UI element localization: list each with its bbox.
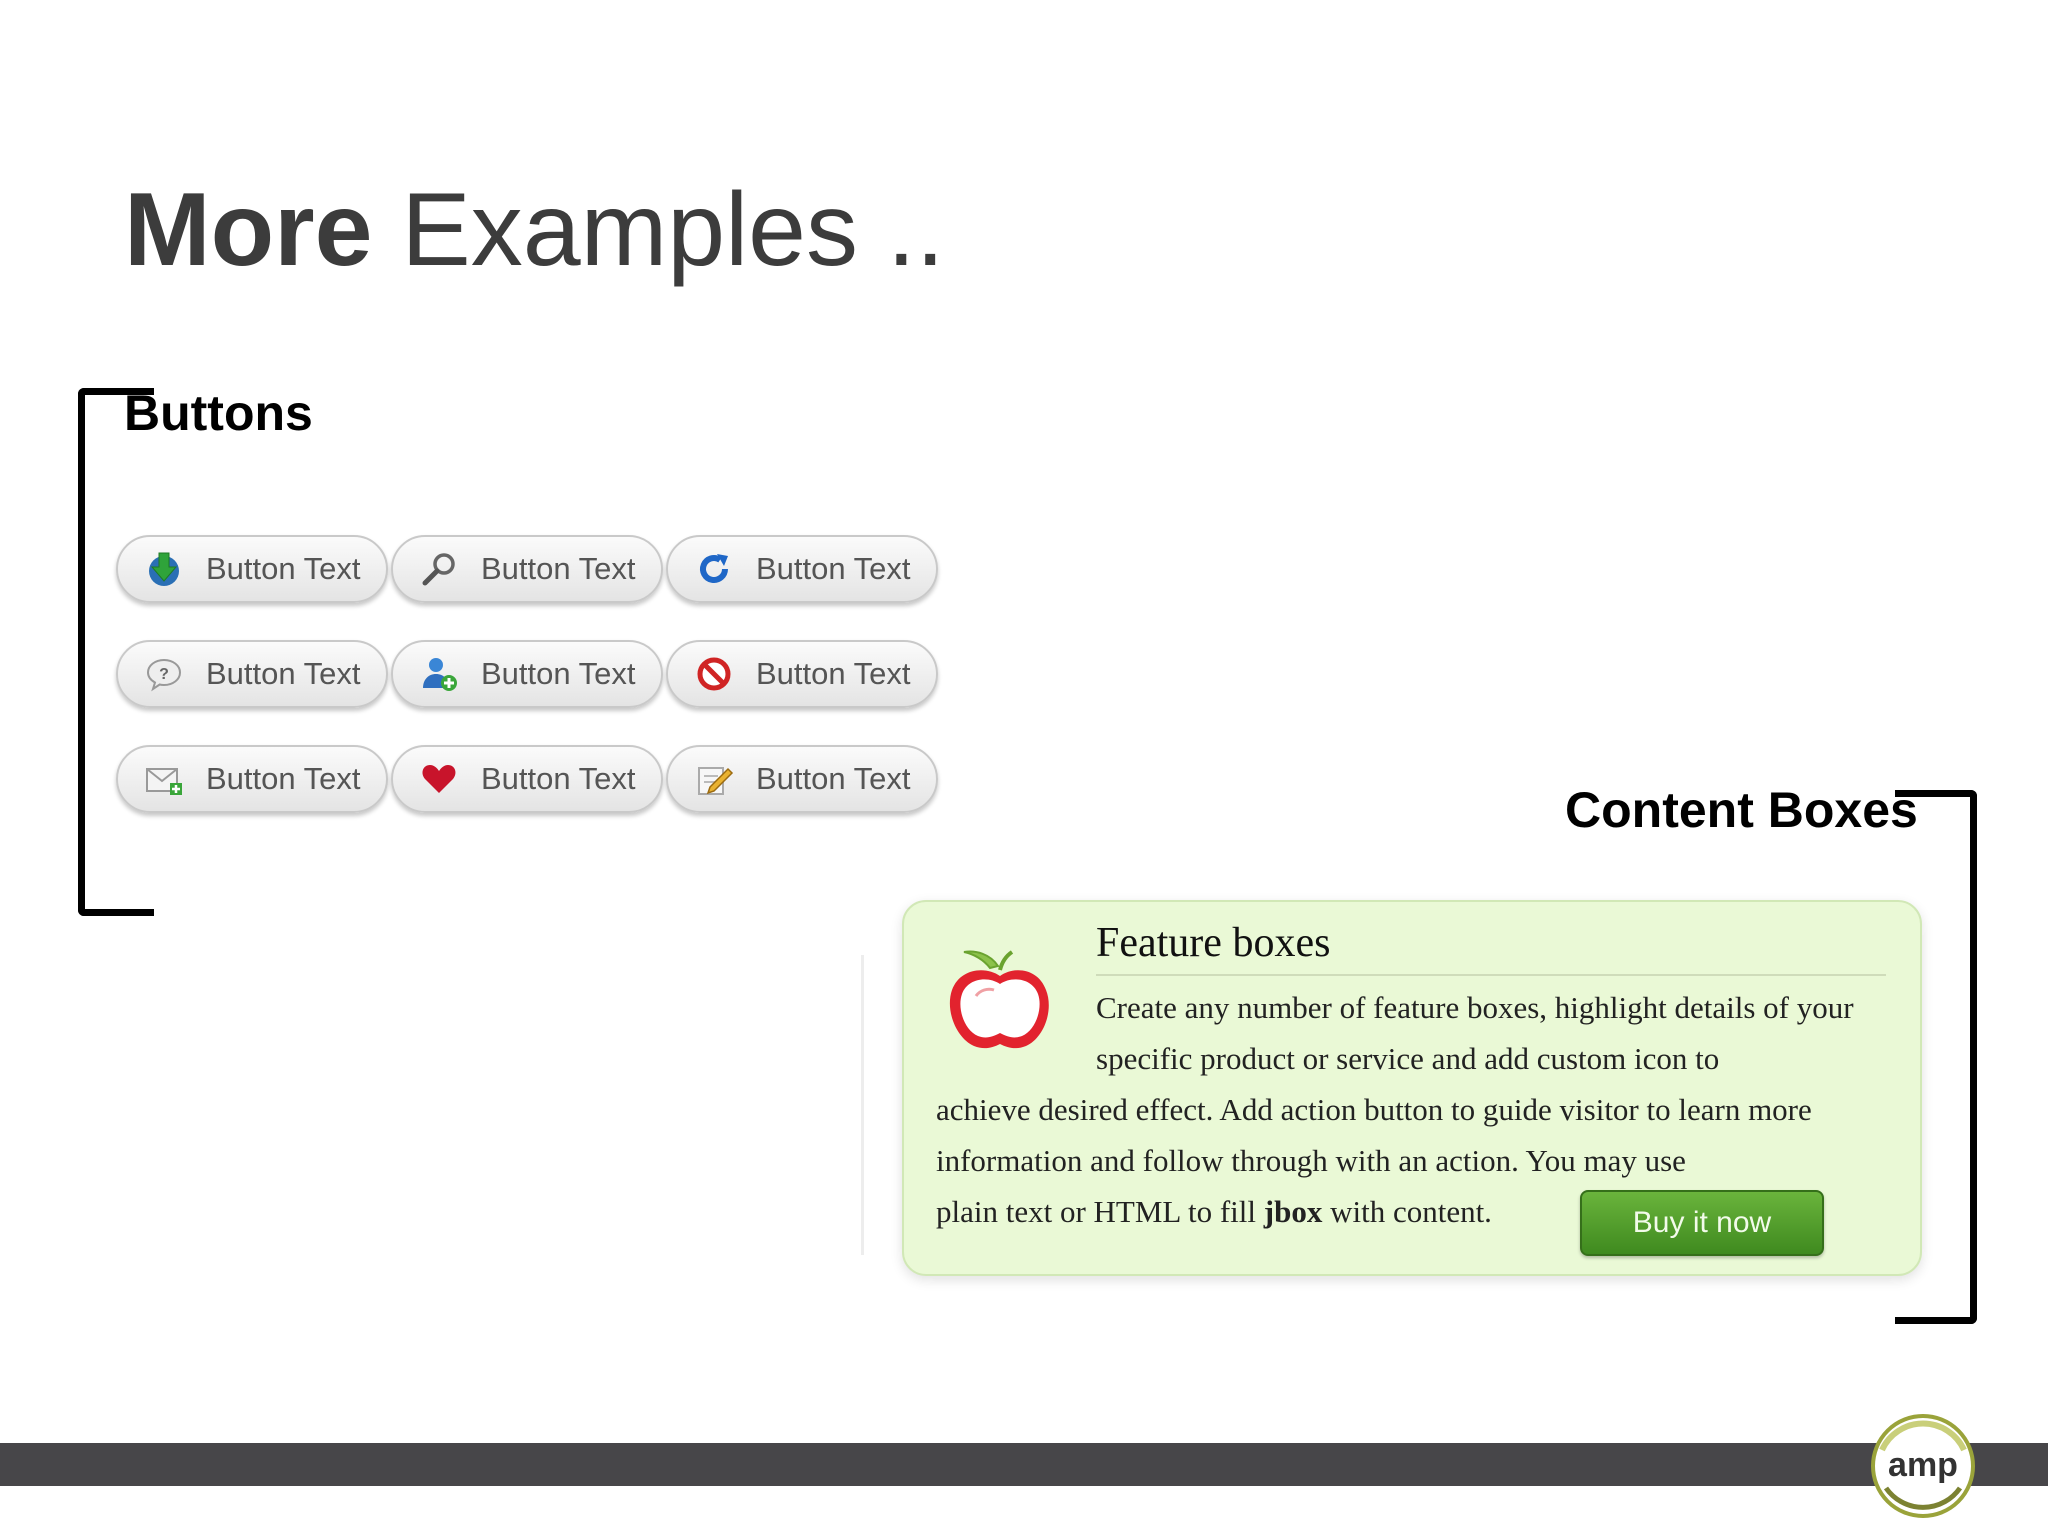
button-label: Button Text: [481, 761, 636, 796]
feature-text-line-1: Create any number of feature boxes, high…: [1096, 990, 1854, 1076]
amp-logo: amp: [1871, 1414, 1975, 1518]
feature-heading: Feature boxes: [1096, 922, 1886, 976]
help-icon: ?: [144, 654, 184, 694]
feature-text-bold: jbox: [1263, 1194, 1323, 1229]
apple-icon: [949, 950, 1049, 1049]
feature-box: Feature boxes Create any number of featu…: [902, 900, 1922, 1276]
button-label: Button Text: [481, 656, 636, 691]
footer-bar: [0, 1443, 2048, 1486]
feature-text-post: with content.: [1330, 1194, 1492, 1229]
block-button[interactable]: Button Text: [666, 640, 938, 708]
search-icon: [419, 549, 459, 589]
buy-now-button[interactable]: Buy it now: [1580, 1190, 1824, 1256]
svg-text:?: ?: [159, 666, 169, 683]
button-label: Button Text: [206, 551, 361, 586]
buttons-section-label: Buttons: [124, 385, 313, 441]
content-section-label: Content Boxes: [1565, 782, 1918, 838]
edit-button[interactable]: Button Text: [666, 745, 938, 813]
button-label: Button Text: [756, 551, 911, 586]
add-user-icon: [419, 654, 459, 694]
button-label: Button Text: [206, 656, 361, 691]
refresh-icon: [694, 549, 734, 589]
button-label: Button Text: [756, 656, 911, 691]
feature-text-line-2: achieve desired effect. Add action butto…: [936, 1092, 1812, 1178]
add-user-button[interactable]: Button Text: [391, 640, 663, 708]
refresh-button[interactable]: Button Text: [666, 535, 938, 603]
download-button[interactable]: Button Text: [116, 535, 388, 603]
slide-title: More Examples ..: [124, 178, 945, 282]
help-button[interactable]: ? Button Text: [116, 640, 388, 708]
download-icon: [144, 549, 184, 589]
button-label: Button Text: [756, 761, 911, 796]
title-bold: More: [124, 172, 373, 288]
button-label: Button Text: [481, 551, 636, 586]
heart-button[interactable]: Button Text: [391, 745, 663, 813]
button-grid: Button Text Button Text Button Text ? Bu…: [116, 535, 938, 813]
divider-line: [861, 955, 864, 1255]
feature-text-line-3: plain text or HTML to fill jbox with con…: [936, 1186, 1492, 1237]
heart-icon: [419, 759, 459, 799]
mail-add-icon: [144, 759, 184, 799]
edit-icon: [694, 759, 734, 799]
title-rest: Examples ..: [401, 172, 945, 288]
search-button[interactable]: Button Text: [391, 535, 663, 603]
button-label: Button Text: [206, 761, 361, 796]
feature-text-pre: plain text or HTML to fill: [936, 1194, 1256, 1229]
amp-logo-text: amp: [1888, 1446, 1958, 1484]
mail-add-button[interactable]: Button Text: [116, 745, 388, 813]
block-icon: [694, 654, 734, 694]
